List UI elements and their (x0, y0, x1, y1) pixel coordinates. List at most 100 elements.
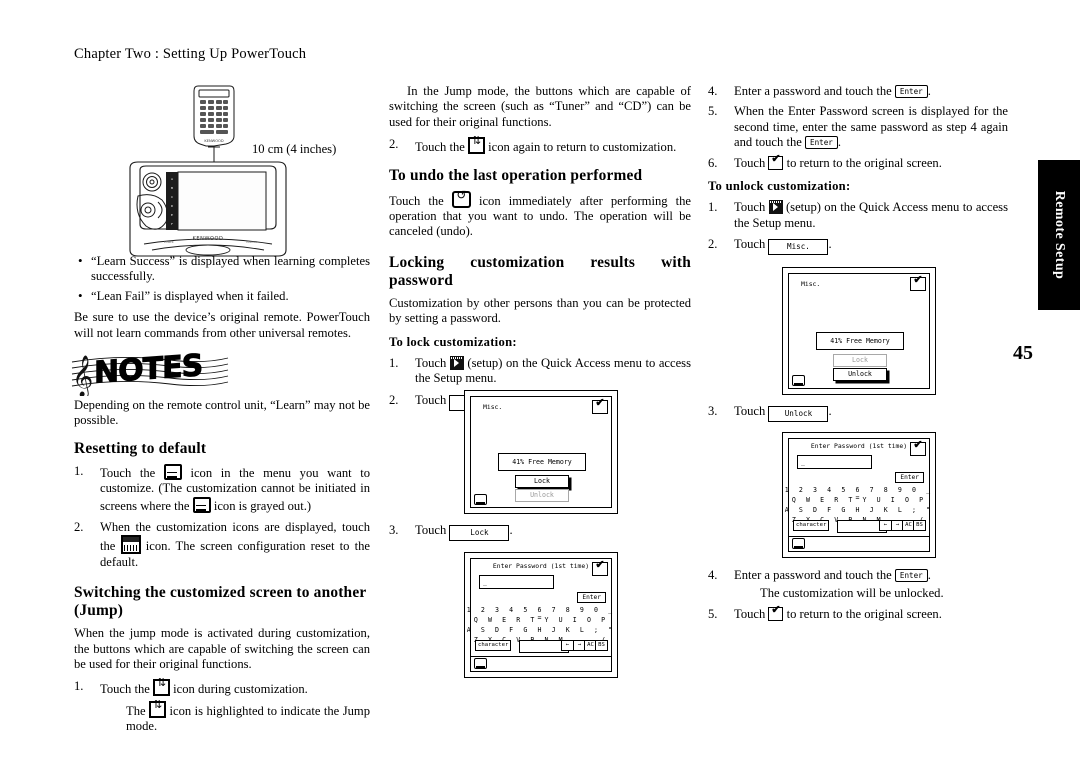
step-text: . (828, 404, 832, 418)
step-number: 1. (74, 463, 84, 478)
step-text: Touch (415, 392, 447, 407)
svg-text:C: C (171, 195, 173, 199)
enter-key[interactable]: Enter (895, 472, 924, 483)
svg-text:POWER: POWER (164, 240, 174, 244)
lcd-checkmark-button[interactable] (910, 439, 926, 456)
heading-line-2: (Jump) (74, 602, 124, 620)
step-text: Touch the (415, 140, 465, 155)
column-left-lower: Depending on the remote control unit, “L… (74, 398, 370, 741)
jump-icon (467, 135, 485, 155)
subheading-to-unlock: To unlock customization: (708, 179, 851, 194)
customize-monitor-icon (192, 496, 211, 513)
locking-body: Customization by other persons than you … (389, 295, 691, 326)
page-number: 45 (1013, 342, 1033, 364)
step-subtext: The customization will be unlocked. (760, 586, 944, 601)
keyboard-bottom-row: character ← → AC BS (793, 520, 926, 533)
figure-distance-label: 10 cm (4 inches) (252, 142, 337, 156)
svg-text:VOLUME: VOLUME (246, 240, 257, 244)
password-input-field[interactable]: _ (479, 575, 554, 589)
list-item: 2. Touch the icon again to return to cus… (389, 135, 691, 155)
heading-locking-password: Locking customization results with passw… (389, 253, 691, 289)
step-number: 3. (389, 523, 399, 537)
step-text: icon again to return to customization. (488, 140, 677, 155)
list-item: 5. When the Enter Password screen is dis… (708, 104, 1008, 150)
password-input-field[interactable]: _ (797, 455, 872, 469)
lcd-home-icon[interactable] (792, 375, 805, 386)
lcd-checkmark-button[interactable] (592, 397, 608, 414)
notes-logo: 𝄞 NOTES (70, 348, 230, 396)
lcd-lock-button[interactable]: Lock (515, 475, 569, 488)
list-item: “Learn Success” is displayed when learni… (74, 253, 370, 285)
list-item: 4. Enter a password and touch the Enter. (708, 84, 1008, 99)
list-item: 3. Touch Unlock. (708, 404, 1008, 422)
lcd-checkmark-button[interactable] (910, 274, 926, 291)
undo-icon (451, 189, 471, 208)
lcd-free-memory-field: 41% Free Memory (498, 453, 586, 471)
step-text: When the Enter Password screen is displa… (734, 104, 1008, 150)
unlock-button-glyph: Unlock (768, 406, 829, 422)
side-tab-label: Remote Setup (1052, 190, 1067, 280)
list-item: 3. Touch Lock. (389, 523, 691, 541)
list-item: 1. Touch the icon during customization. … (74, 677, 370, 734)
enter-key-glyph: Enter (805, 136, 838, 150)
enter-key[interactable]: Enter (577, 592, 606, 603)
checkmark-icon (768, 604, 784, 621)
step-text: Touch (415, 356, 447, 371)
lcd-home-icon[interactable] (474, 494, 487, 505)
lock-step-3: 3. Touch Lock. (389, 523, 691, 547)
lcd-unlock-button[interactable]: Unlock (833, 368, 887, 381)
list-item: “Lean Fail” is displayed when it failed. (74, 288, 370, 304)
list-item: 6. Touch to return to the original scree… (708, 153, 1008, 171)
lcd-divider (470, 656, 612, 657)
bs-key[interactable]: BS (913, 520, 926, 531)
character-key[interactable]: character (793, 520, 830, 531)
step-text: icon during customization. (173, 682, 308, 697)
svg-text:E: E (171, 213, 173, 217)
character-key[interactable]: character (475, 640, 512, 651)
step-text: Touch (734, 155, 766, 170)
lcd-home-icon[interactable] (474, 658, 487, 669)
column-right: 4. Enter a password and touch the Enter.… (708, 84, 1008, 261)
step-text: . (828, 237, 832, 252)
lcd-lock-button-disabled: Lock (833, 354, 887, 367)
keyboard-row-qwerty[interactable]: Q W E R T Y U I O P (465, 616, 617, 624)
lcd-checkmark-button[interactable] (592, 559, 608, 576)
list-item: 2. Touch Misc.. (708, 237, 1008, 256)
lcd-home-icon[interactable] (792, 538, 805, 549)
misc-button-glyph: Misc. (768, 239, 829, 256)
setup-icon (768, 200, 783, 215)
jump-mode-intro: In the Jump mode, the buttons which are … (389, 84, 691, 129)
device-illustration-svg: KENWOOD AB CD EF KENWOOD POWERSELECTVOLU… (129, 85, 287, 257)
bs-key[interactable]: BS (595, 640, 608, 651)
step-text: Touch (734, 404, 766, 418)
step-text: to return to the original screen. (786, 606, 942, 621)
jump-icon (149, 699, 167, 718)
step-text: Touch (734, 237, 766, 252)
customize-monitor-icon (163, 463, 182, 480)
jump-step-2: 2. Touch the icon again to return to cus… (389, 135, 691, 155)
heading-undo: To undo the last operation performed (389, 166, 643, 184)
original-remote-note: Be sure to use the device’s original rem… (74, 310, 370, 340)
step-number: 4. (708, 84, 718, 98)
lcd-misc-lock: Misc. 41% Free Memory Lock Unlock (464, 390, 618, 514)
heading-resetting-to-default: Resetting to default (74, 439, 207, 457)
step-text: Enter a password and touch the (734, 568, 892, 582)
lcd-keyboard-right: Enter Password (1st time) _ Enter 1 2 3 … (782, 432, 936, 558)
undo-body: Touch the icon immediately after perform… (389, 189, 691, 240)
lcd-free-memory-field: 41% Free Memory (816, 332, 904, 350)
switching-steps: 1. Touch the icon during customization. … (74, 677, 370, 734)
list-item: 1. Touch (setup) on the Quick Access men… (389, 356, 691, 387)
keyboard-row-asdf[interactable]: A S D F G H J K L ; " (465, 626, 617, 634)
step-text: Touch the (100, 682, 150, 697)
svg-text:B: B (171, 186, 173, 190)
step-number: 1. (389, 356, 399, 371)
switching-body: When the jump mode is activated during c… (74, 626, 370, 672)
keyboard-bottom-row: character ← → AC BS (475, 640, 608, 653)
lock-button-glyph: Lock (449, 525, 510, 541)
list-item: 4. Enter a password and touch the Enter.… (708, 568, 1008, 602)
keyboard-row-qwerty[interactable]: Q W E R T Y U I O P (783, 496, 935, 504)
unlock-steps-final: 4. Enter a password and touch the Enter.… (708, 568, 1008, 627)
step-text: The (126, 703, 146, 718)
step-text: . (837, 135, 842, 150)
keyboard-row-asdf[interactable]: A S D F G H J K L ; " (783, 506, 935, 514)
